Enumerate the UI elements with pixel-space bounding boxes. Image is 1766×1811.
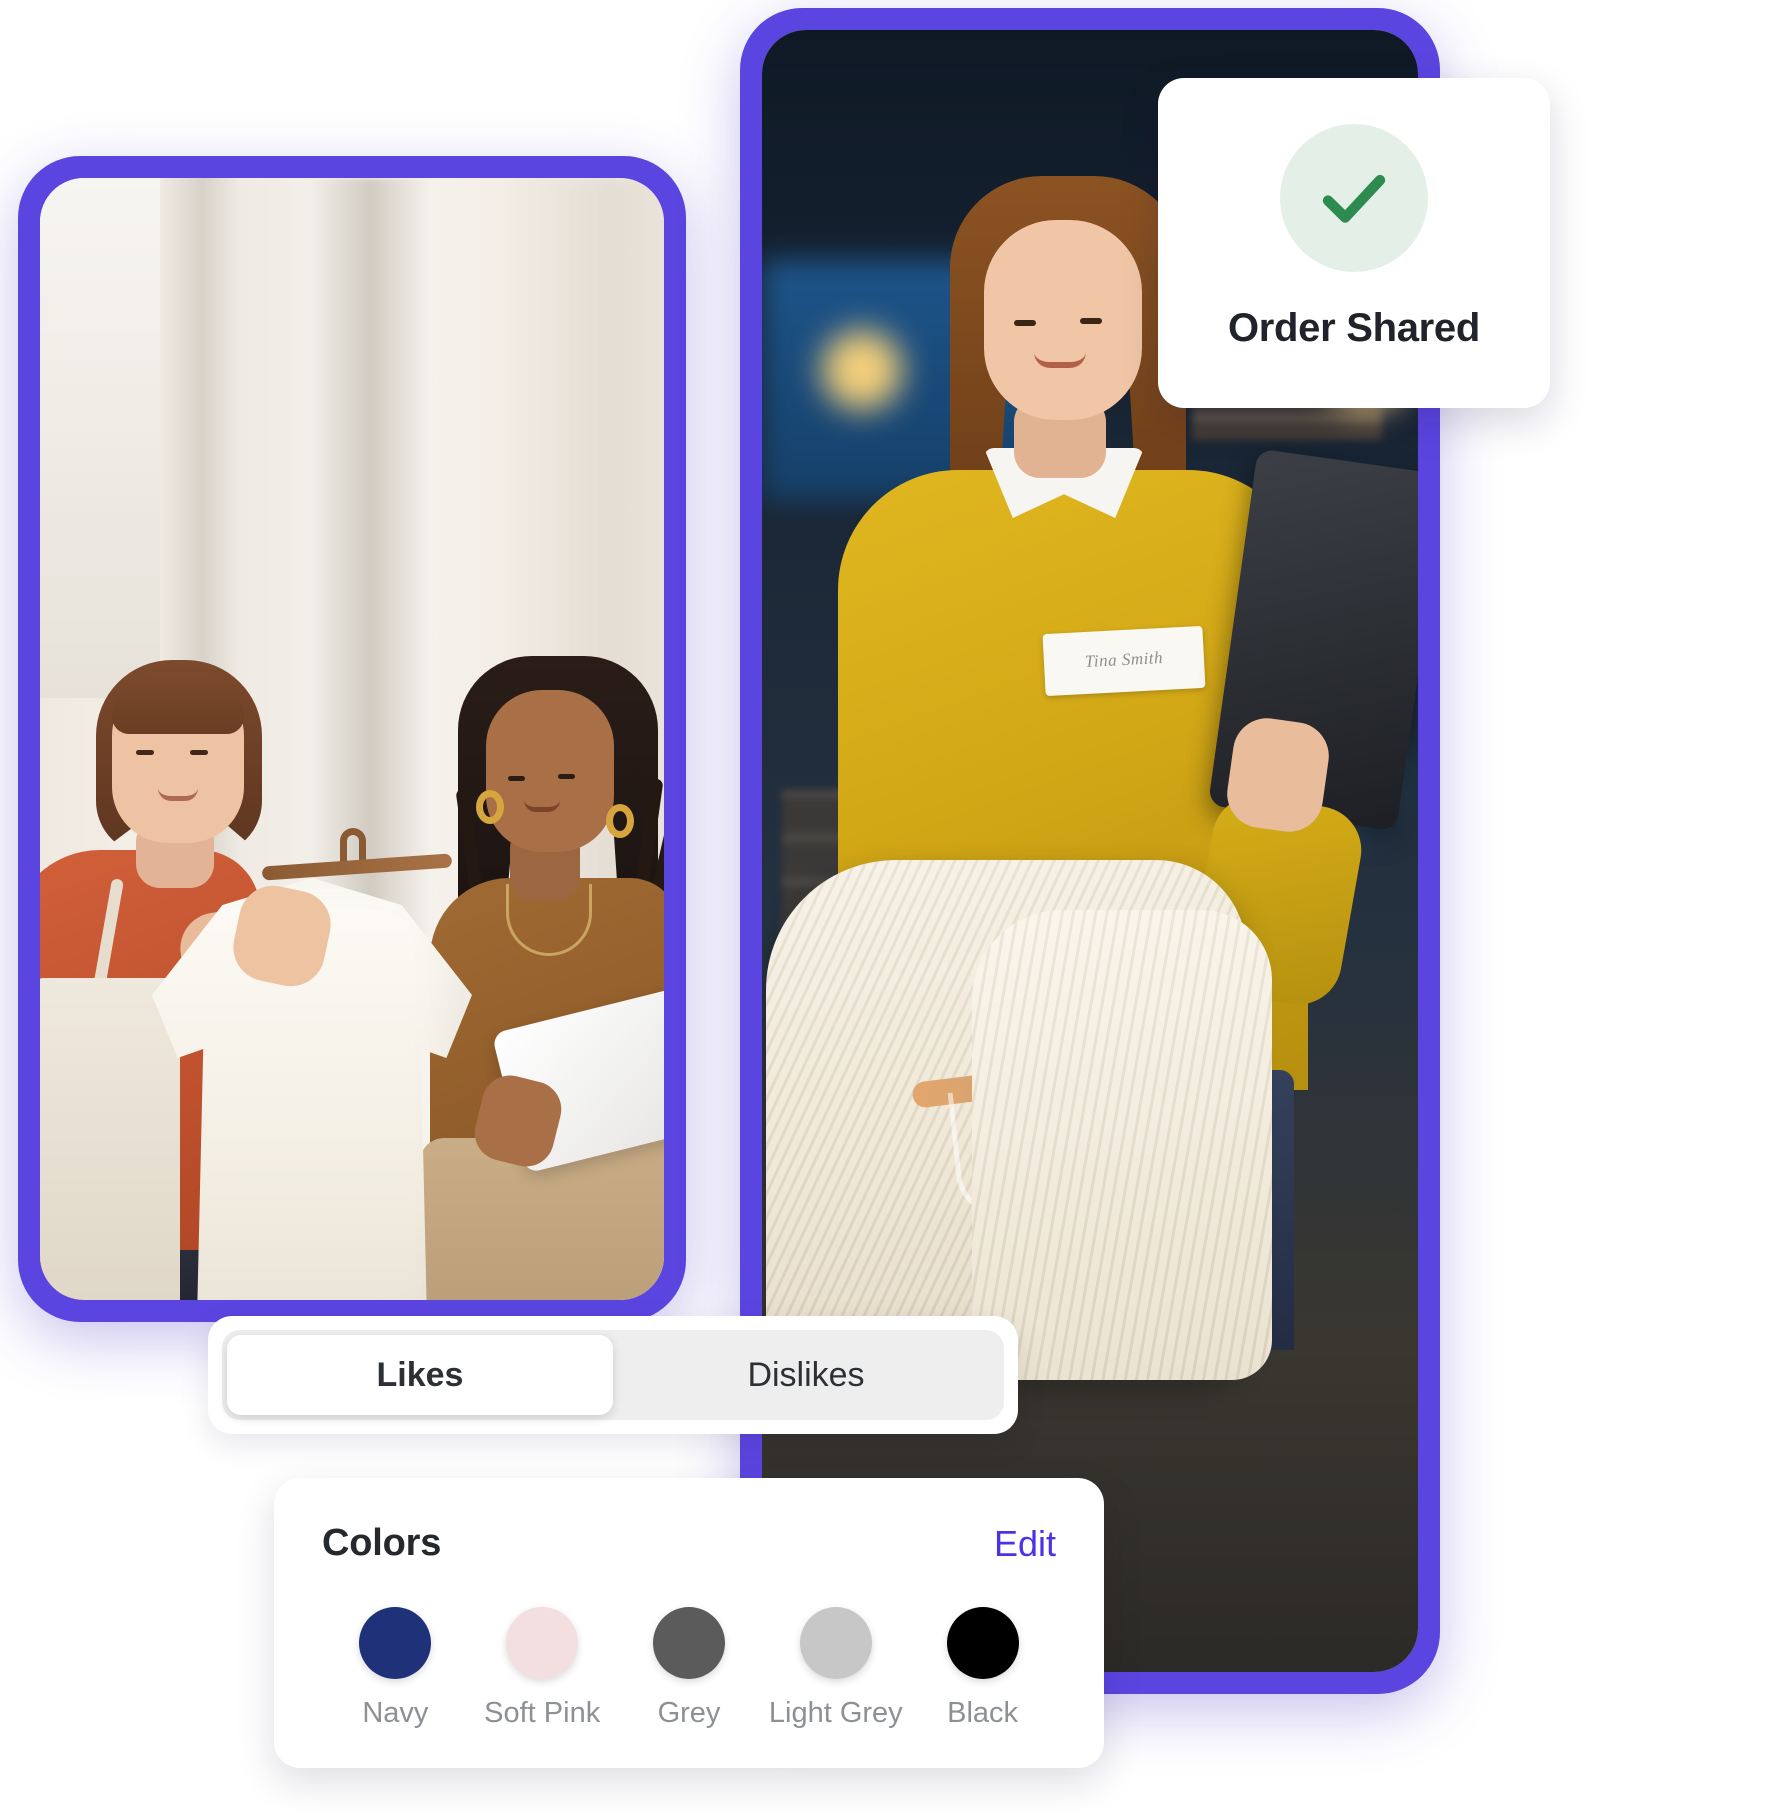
phone-mockup-left [18,156,686,1322]
color-swatch-grey[interactable]: Grey [616,1607,763,1730]
name-badge-text: Tina Smith [1084,647,1164,672]
tab-likes[interactable]: Likes [227,1335,613,1415]
swatch-label: Black [947,1697,1019,1729]
screenshot-root: Tina Smith Order Shared Likes Dislikes C… [0,0,1766,1811]
swatch-label: Soft Pink [484,1697,601,1729]
colors-card: Colors Edit Navy Soft Pink Grey Light Gr… [274,1478,1104,1768]
likes-dislikes-card: Likes Dislikes [208,1316,1018,1434]
colors-card-header: Colors Edit [322,1522,1056,1565]
color-swatch-soft-pink[interactable]: Soft Pink [469,1607,616,1730]
color-swatch-black[interactable]: Black [909,1607,1056,1730]
boutique-photo [40,178,664,1300]
color-swatch-navy[interactable]: Navy [322,1607,469,1730]
swatch-label: Grey [657,1697,721,1729]
swatch-dot [359,1607,432,1679]
color-swatch-row: Navy Soft Pink Grey Light Grey Black [322,1607,1056,1730]
swatch-dot [652,1607,725,1679]
order-shared-title: Order Shared [1227,306,1481,350]
check-mark-icon [1280,124,1428,272]
swatch-dot [506,1607,579,1679]
swatch-dot [946,1607,1019,1679]
order-shared-card: Order Shared [1158,78,1550,408]
color-swatch-light-grey[interactable]: Light Grey [762,1607,909,1730]
phone-screen-left [40,178,664,1300]
swatch-label: Navy [362,1697,429,1729]
tab-dislikes[interactable]: Dislikes [613,1335,999,1415]
likes-dislikes-segmented-control[interactable]: Likes Dislikes [222,1330,1004,1420]
swatch-dot [799,1607,872,1679]
swatch-label: Light Grey [768,1697,903,1729]
colors-edit-link[interactable]: Edit [994,1523,1056,1565]
name-badge: Tina Smith [1042,625,1206,697]
colors-title: Colors [322,1522,442,1564]
